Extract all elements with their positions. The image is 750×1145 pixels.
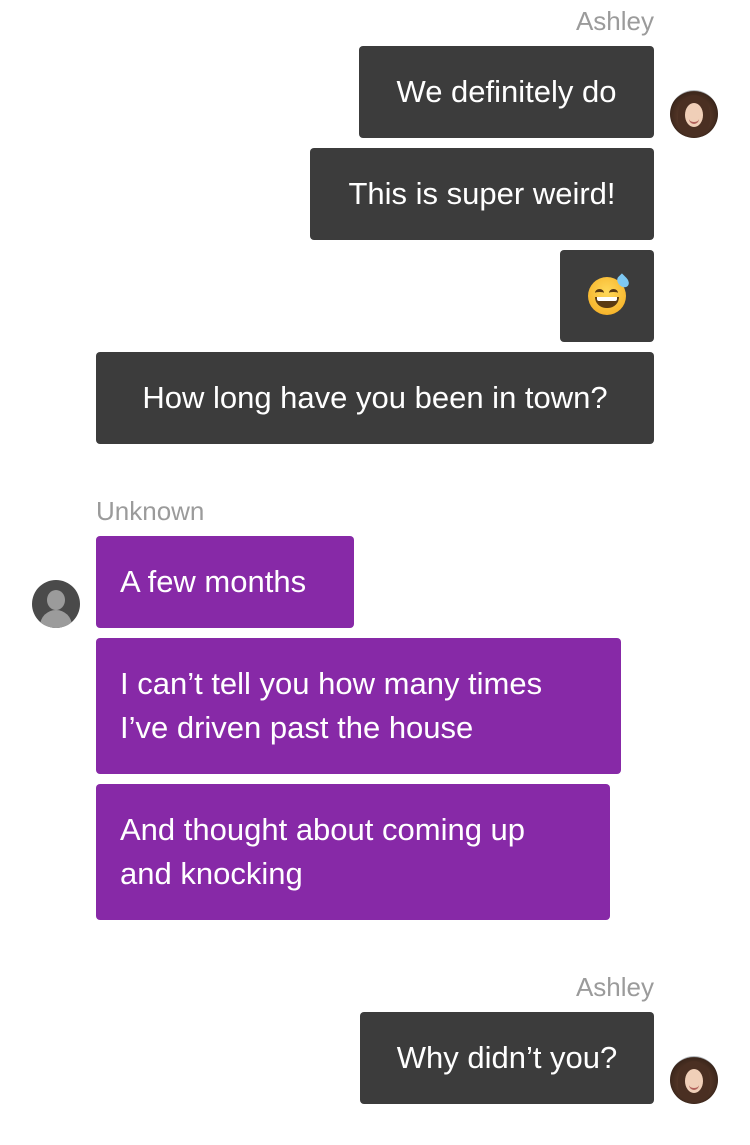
message-bubble-incoming[interactable]: A few months	[96, 536, 354, 628]
avatar-body-shape	[40, 610, 72, 628]
message-bubble-outgoing[interactable]: How long have you been in town?	[96, 352, 654, 444]
message-text: A few months	[120, 564, 307, 599]
sender-name-unknown: Unknown	[96, 496, 205, 526]
emoji-eye	[595, 289, 604, 297]
ashley-avatar[interactable]	[670, 90, 718, 138]
message-text: I can’t tell you how many times I’ve dri…	[120, 666, 543, 745]
message-text: We definitely do	[396, 74, 617, 109]
sweat-drop-icon	[614, 273, 632, 290]
message-text: Why didn’t you?	[396, 1040, 618, 1075]
unknown-user-avatar-icon[interactable]	[32, 580, 80, 628]
emoji-teeth	[597, 297, 617, 301]
ashley-avatar[interactable]	[670, 1056, 718, 1104]
message-bubble-outgoing[interactable]: We definitely do	[359, 46, 654, 138]
message-text: And thought about coming up and knocking	[120, 812, 526, 891]
grinning-face-with-sweat-icon	[588, 273, 632, 315]
message-text: How long have you been in town?	[142, 380, 608, 415]
message-bubble-incoming[interactable]: I can’t tell you how many times I’ve dri…	[96, 638, 621, 774]
message-bubble-outgoing[interactable]: This is super weird!	[310, 148, 654, 240]
message-bubble-incoming[interactable]: And thought about coming up and knocking	[96, 784, 610, 920]
message-bubble-outgoing[interactable]: Why didn’t you?	[360, 1012, 654, 1104]
sender-name-ashley: Ashley	[575, 6, 654, 36]
avatar-head-shape	[47, 590, 65, 610]
message-text: This is super weird!	[348, 176, 616, 211]
message-bubble-outgoing-emoji[interactable]	[560, 250, 654, 342]
sender-name-ashley: Ashley	[575, 972, 654, 1002]
emoji-eye	[609, 289, 618, 297]
